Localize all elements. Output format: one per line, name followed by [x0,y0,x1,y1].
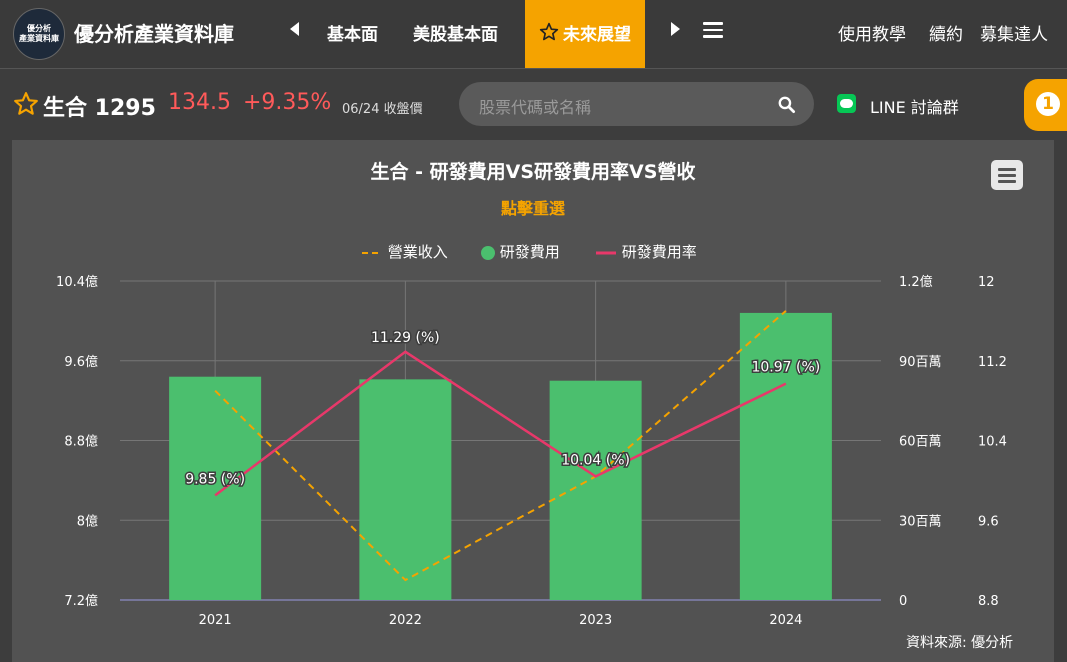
nav-item-outlook-label: 未來展望 [563,25,631,45]
line-rd-rate [214,350,787,497]
nav-scroll-left-icon[interactable] [290,22,299,36]
y-axis-right-tick: 30百萬 [899,514,942,529]
top-nav: 優分析 產業資料庫 優分析產業資料庫 基本面 美股基本面 未來展望 使用教學 續… [0,0,1067,69]
line-group-link[interactable]: LINE 討論群 [870,94,959,118]
line-icon[interactable] [837,94,856,113]
search-input[interactable]: 股票代碼或名稱 [459,82,814,126]
notification-button[interactable]: 1 [1024,79,1067,131]
y-axis-left-tick: 9.6億 [64,354,98,370]
tutorial-link[interactable]: 使用教學 [838,20,906,45]
stock-name: 生合 1295 [43,96,156,121]
nav-item-fundamentals[interactable]: 基本面 [327,20,378,45]
x-axis-tick: 2022 [389,613,422,628]
brand-logo[interactable]: 優分析 產業資料庫 [13,8,65,60]
stock-change: +9.35% [243,90,332,115]
renew-link[interactable]: 續約 [929,20,963,45]
y-axis-left-tick: 8億 [77,513,98,529]
bar-rd-expense [169,376,262,600]
y-axis-left-tick: 10.4億 [56,274,98,290]
y-axis-right-tick: 90百萬 [899,355,942,370]
y-axis-right2-tick: 12 [978,275,995,290]
chart-panel: 生合 - 研發費用VS研發費用率VS營收 點擊重選 營業收入 研發費用 研發費用… [12,140,1054,662]
data-label-rd-rate: 11.29 (%) [371,330,440,346]
data-label-rd-rate: 9.85 (%) [185,471,245,487]
close-date: 06/24 收盤價 [342,102,423,117]
y-axis-right-tick: 60百萬 [899,435,942,450]
search-icon[interactable] [777,95,796,114]
nav-scroll-right-icon[interactable] [671,22,680,36]
chart-plot: 7.2億 0 8.8 8億 30百萬 9.6 8.8億 60百萬 10.4 9.6億 90百萬 11.… [56,274,1007,628]
y-axis-right-tick: 0 [899,594,907,609]
logo-line-2: 產業資料庫 [19,34,59,43]
y-axis-left-tick: 8.8億 [64,434,98,450]
fundraising-link[interactable]: 募集達人 [980,20,1048,45]
stock-price: 134.5 [168,90,231,115]
notification-count: 1 [1036,92,1060,116]
chart-source: 資料來源: 優分析 [906,635,1014,651]
data-label-rd-rate: 10.97 (%) [751,360,820,376]
bar-rd-expense [359,379,452,600]
y-axis-right2-tick: 9.6 [978,514,999,529]
y-axis-right2-tick: 8.8 [978,594,999,609]
bar-rd-expense [739,312,832,600]
hamburger-menu-icon[interactable] [703,22,723,38]
data-label-rd-rate: 10.04 (%) [561,452,630,468]
star-icon [539,22,559,41]
y-axis-right2-tick: 11.2 [978,355,1007,370]
nav-item-us-fundamentals[interactable]: 美股基本面 [413,20,498,45]
logo-line-1: 優分析 [27,24,51,33]
line-revenue [214,310,787,582]
nav-item-outlook[interactable]: 未來展望 [525,0,645,68]
x-axis-tick: 2021 [199,613,232,628]
y-axis-right2-tick: 10.4 [978,435,1007,450]
x-axis-tick: 2024 [769,613,802,628]
x-axis-tick: 2023 [579,613,612,628]
bar-rd-expense [549,380,642,600]
y-axis-left-tick: 7.2億 [64,593,98,609]
brand-name[interactable]: 優分析產業資料庫 [74,18,234,47]
favorite-star-icon[interactable] [13,91,39,117]
search-placeholder: 股票代碼或名稱 [479,98,592,117]
y-axis-right-tick: 1.2億 [899,274,933,290]
